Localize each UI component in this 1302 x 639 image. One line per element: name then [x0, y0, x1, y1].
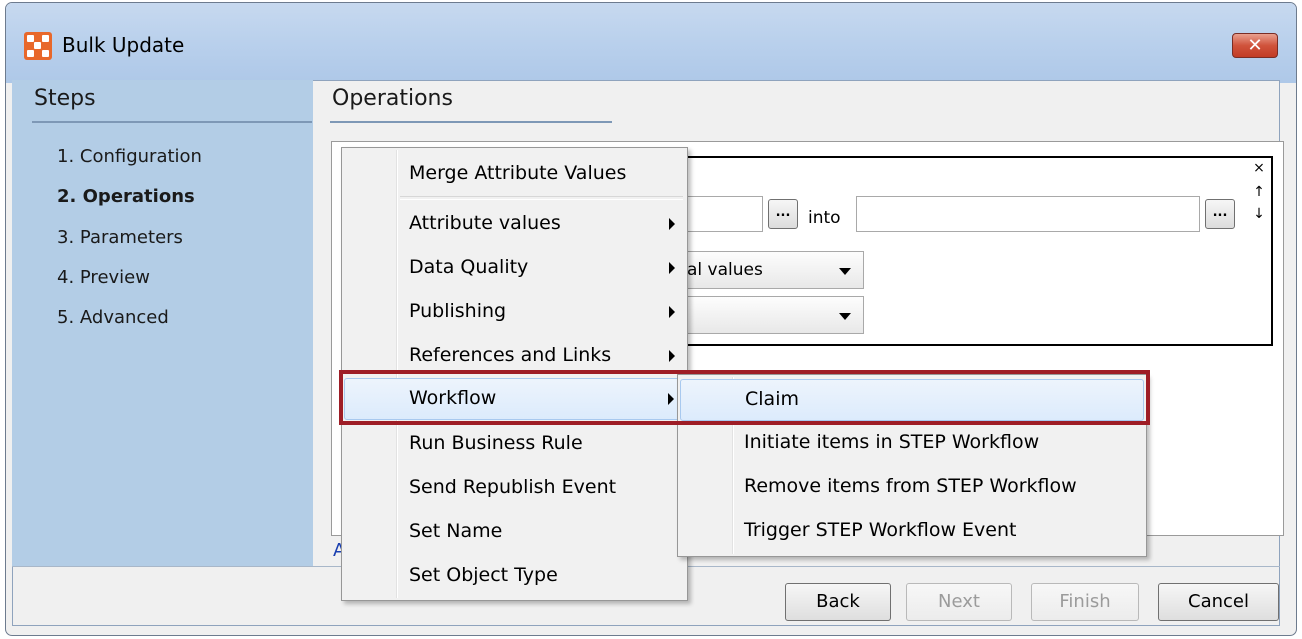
move-down-icon[interactable]: ↓ — [1250, 206, 1268, 224]
menu-item-data-quality[interactable]: Data Quality — [344, 248, 685, 288]
menu-item-label: Set Name — [409, 520, 503, 542]
menu-separator — [400, 196, 683, 200]
menu-item-set-object-type[interactable]: Set Object Type — [344, 556, 685, 596]
menu-item-label: Remove items from STEP Workflow — [744, 475, 1077, 497]
operations-heading: Operations — [332, 86, 453, 111]
steps-heading: Steps — [34, 86, 96, 111]
step-preview[interactable]: 4. Preview — [57, 267, 150, 288]
menu-item-remove-items[interactable]: Remove items from STEP Workflow — [680, 467, 1144, 507]
move-up-icon[interactable]: ↑ — [1250, 184, 1268, 202]
next-button[interactable]: Next — [906, 583, 1012, 621]
window-title: Bulk Update — [62, 33, 185, 57]
close-icon: ✕ — [1247, 35, 1263, 56]
menu-item-trigger-workflow-event[interactable]: Trigger STEP Workflow Event — [680, 511, 1144, 551]
menu-item-merge-attribute-values[interactable]: Merge Attribute Values — [344, 154, 685, 194]
menu-item-label: Initiate items in STEP Workflow — [744, 431, 1040, 453]
menu-item-label: Trigger STEP Workflow Event — [744, 519, 1017, 541]
menu-item-label: Data Quality — [409, 256, 529, 278]
target-attribute-field[interactable] — [856, 196, 1200, 232]
highlight-annotation-frame — [339, 370, 1150, 425]
menu-item-label: References and Links — [409, 344, 612, 366]
title-bar: Bulk Update ✕ — [6, 3, 1296, 83]
app-icon — [24, 32, 52, 60]
menu-item-run-business-rule[interactable]: Run Business Rule — [344, 424, 685, 464]
submenu-arrow-icon — [669, 262, 675, 274]
finish-button[interactable]: Finish — [1031, 583, 1139, 621]
menu-item-set-name[interactable]: Set Name — [344, 512, 685, 552]
step-parameters[interactable]: 3. Parameters — [57, 227, 183, 248]
close-button[interactable]: ✕ — [1232, 33, 1278, 58]
menu-item-label: Run Business Rule — [409, 432, 583, 454]
step-operations[interactable]: 2. Operations — [57, 186, 195, 207]
menu-item-publishing[interactable]: Publishing — [344, 292, 685, 332]
value-mode-selected: al values — [687, 260, 763, 280]
cancel-button[interactable]: Cancel — [1158, 583, 1279, 621]
chevron-down-icon — [839, 313, 851, 320]
menu-item-label: Set Object Type — [409, 564, 558, 586]
menu-item-send-republish-event[interactable]: Send Republish Event — [344, 468, 685, 508]
into-label: into — [808, 208, 841, 228]
source-browse-button[interactable]: ... — [768, 199, 798, 229]
menu-item-label: Send Republish Event — [409, 476, 617, 498]
step-configuration[interactable]: 1. Configuration — [57, 146, 202, 167]
submenu-arrow-icon — [669, 350, 675, 362]
menu-item-label: Attribute values — [409, 212, 561, 234]
step-advanced[interactable]: 5. Advanced — [57, 307, 169, 328]
back-button[interactable]: Back — [785, 583, 891, 621]
menu-item-attribute-values[interactable]: Attribute values — [344, 204, 685, 244]
operations-divider — [330, 121, 612, 123]
steps-divider — [32, 121, 312, 123]
remove-operation-icon[interactable]: ⨯ — [1250, 160, 1268, 178]
submenu-arrow-icon — [669, 306, 675, 318]
target-browse-button[interactable]: ... — [1205, 199, 1235, 229]
submenu-arrow-icon — [669, 218, 675, 230]
menu-item-initiate-items[interactable]: Initiate items in STEP Workflow — [680, 423, 1144, 463]
chevron-down-icon — [839, 268, 851, 275]
menu-item-label: Merge Attribute Values — [409, 162, 627, 184]
menu-item-label: Publishing — [409, 300, 507, 322]
